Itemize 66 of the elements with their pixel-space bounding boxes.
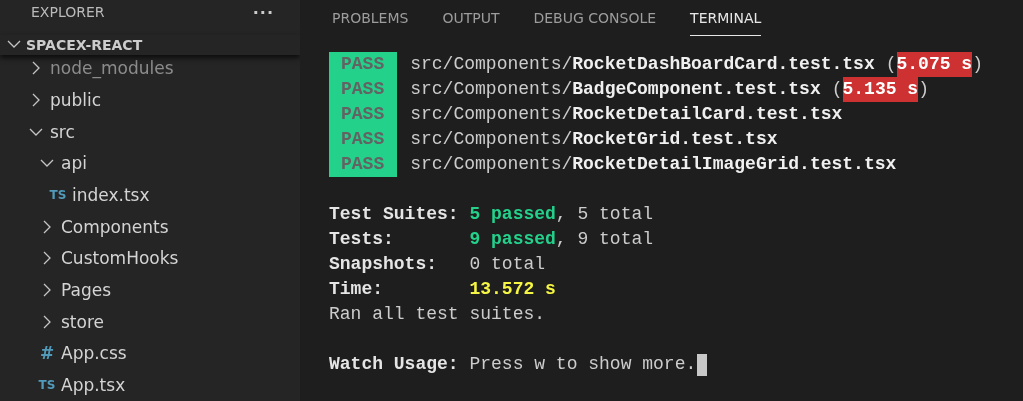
item-label: App.tsx [61,375,126,396]
terminal-text: src/Components/ [410,128,573,151]
panel-tab[interactable]: PROBLEMS [332,0,409,36]
terminal-text: , 5 total [555,203,654,226]
terminal-text: ) [918,78,929,101]
folder-item[interactable]: CustomHooks [0,242,300,275]
prompt-text: Press w to show more. [469,353,697,376]
item-label: Pages [61,280,111,301]
folder-item[interactable]: api [0,147,300,180]
item-label: store [61,311,104,332]
time-value: 13.572 s [469,278,556,301]
terminal-text: src/Components/ [410,53,573,76]
item-label: api [61,153,87,174]
typescript-file-icon: TS [50,188,66,203]
test-file-name: RocketDashBoardCard.test.tsx [572,53,875,76]
project-name: SPACEX-REACT [26,37,143,54]
file-item[interactable]: # App.css [0,337,300,370]
pass-badge: PASS [329,52,398,77]
item-label: App.css [61,343,127,364]
explorer-title: EXPLORER [31,4,105,21]
summary-label: Tests: [329,228,395,251]
panel-tab[interactable]: OUTPUT [442,0,500,36]
typescript-file-icon: TS [39,378,55,393]
terminal-text: src/Components/ [410,103,573,126]
passed-count: 9 passed [469,228,556,251]
summary-label: Time: [329,278,384,301]
summary-label: Snapshots: [329,253,439,276]
pass-badge: PASS [329,102,398,127]
folder-item[interactable]: store [0,305,300,338]
passed-count: 5 passed [469,203,556,226]
summary-label: Test Suites: [329,203,460,226]
file-item[interactable]: TS App.tsx [0,369,300,401]
prompt-label: Watch Usage: [329,353,459,376]
test-file-name: RocketGrid.test.tsx [572,128,778,151]
file-item[interactable]: TS index.tsx [0,179,300,211]
terminal-text: src/Components/ [410,78,573,101]
item-label: Components [61,216,169,237]
item-label: CustomHooks [61,248,179,269]
terminal-text: , 9 total [555,228,654,251]
terminal-text: ) [972,53,983,76]
item-label: index.tsx [72,185,150,206]
folder-item[interactable]: Pages [0,274,300,306]
folder-item[interactable]: public [0,84,300,116]
folder-item[interactable]: src [0,115,300,148]
folder-item[interactable]: Components [0,210,300,243]
more-actions-icon[interactable]: ··· [252,2,274,22]
terminal-message: Ran all test suites. [329,303,546,326]
terminal-text: ( [885,53,897,76]
pass-badge: PASS [329,152,398,177]
duration-highlight: 5.135 s [842,77,919,102]
pass-badge: PASS [329,77,398,102]
duration-highlight: 5.075 s [896,52,973,77]
panel-tab[interactable]: DEBUG CONSOLE [533,0,657,36]
item-label: public [50,89,102,110]
css-file-icon: # [39,343,55,364]
test-file-name: RocketDetailImageGrid.test.tsx [572,153,897,176]
test-file-name: BadgeComponent.test.tsx [572,78,821,101]
pass-badge: PASS [329,127,398,152]
panel-tab[interactable]: TERMINAL [690,0,762,36]
terminal-cursor [697,353,708,376]
terminal-text: 0 total [469,253,546,276]
terminal-text: ( [831,78,843,101]
test-file-name: RocketDetailCard.test.tsx [572,103,843,126]
item-label: node_modules [50,58,174,79]
item-label: src [50,121,75,142]
terminal-text: src/Components/ [410,153,573,176]
